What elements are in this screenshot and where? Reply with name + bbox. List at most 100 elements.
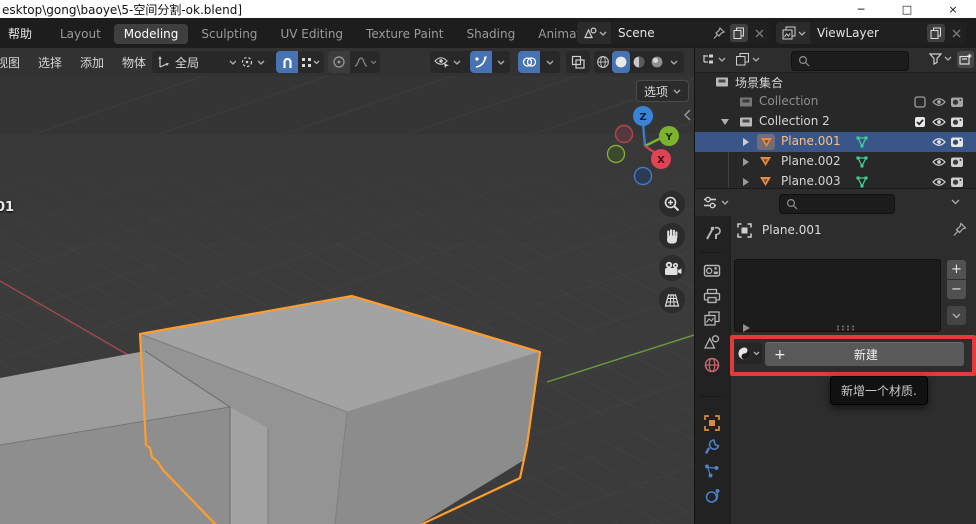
perspective-toggle-button[interactable] [659,287,685,313]
expand-arrow-icon[interactable] [743,158,749,166]
camera-restriction-icon[interactable] [950,176,964,188]
view-layer-selector[interactable]: ViewLayer [776,22,966,44]
material-slot-list[interactable] [734,259,941,332]
tab-world[interactable] [703,356,721,374]
filter-dropdown[interactable] [929,52,952,65]
workspace-tab-texture-paint[interactable]: Texture Paint [356,24,453,44]
eye-icon[interactable] [932,117,946,127]
browse-material-button[interactable] [735,343,762,364]
properties-editor-type-dropdown[interactable] [702,195,729,210]
outliner-row-plane002[interactable]: Plane.002 [695,152,976,172]
minimize-button[interactable]: ─ [838,3,884,16]
tab-particles[interactable] [703,462,721,480]
proportional-falloff-dropdown[interactable] [350,51,380,73]
options-button[interactable]: 选项 [636,80,689,102]
unlink-scene-icon[interactable] [750,29,769,38]
show-overlays-toggle[interactable] [518,51,540,73]
tab-scene[interactable] [703,334,721,350]
panel-expand-arrow[interactable] [743,324,750,332]
gizmo-minus-z[interactable] [635,168,652,185]
outliner-display-mode-dropdown[interactable] [735,52,760,66]
exclude-checkbox-checked[interactable] [914,116,926,128]
outliner-row-plane001[interactable]: Plane.001 [695,132,976,152]
shading-solid-button[interactable] [612,51,630,73]
maximize-button[interactable]: □ [884,3,930,16]
camera-restriction-icon[interactable] [950,136,964,148]
tab-modifiers[interactable] [703,438,721,456]
properties-options-dropdown[interactable] [951,199,960,205]
expand-arrow-icon[interactable] [743,178,749,186]
tab-render[interactable] [703,262,721,278]
menu-select[interactable]: 选择 [29,51,71,74]
editor-type-dropdown[interactable] [701,52,726,66]
tab-output[interactable] [703,288,721,304]
tab-physics[interactable] [703,487,721,505]
xray-toggle[interactable] [566,51,590,73]
tab-view-layer[interactable] [703,310,721,327]
camera-restriction-icon[interactable] [950,156,964,168]
outliner-icon [701,52,716,66]
gizmo-minus-x[interactable] [616,126,633,143]
scene-collection-icon [715,76,729,88]
new-view-layer-button[interactable] [927,24,945,42]
magnifier-plus-icon [663,195,681,213]
pin-icon[interactable] [952,222,967,237]
zoom-button[interactable] [659,191,685,217]
workspace-tab-uv-editing[interactable]: UV Editing [270,24,353,44]
pan-button[interactable] [659,223,685,249]
navigation-gizmo[interactable]: Z Y X [598,102,690,192]
menu-help[interactable]: 帮助 [8,25,32,42]
gizmo-dropdown[interactable] [492,51,510,73]
expand-triangle-icon[interactable] [721,119,729,125]
shading-rendered-button[interactable] [648,51,666,73]
workspace-tab-layout[interactable]: Layout [50,24,111,44]
outliner-row-collection2[interactable]: Collection 2 [695,112,976,132]
outliner-row-collection[interactable]: Collection [695,92,976,112]
snap-toggle-magnet[interactable] [276,51,298,73]
pivot-point-dropdown[interactable] [236,51,280,73]
workspace-tab-modeling[interactable]: Modeling [114,24,189,44]
new-collection-button[interactable] [957,51,974,68]
camera-restriction-icon[interactable] [950,96,964,108]
outliner-row-scene-collection[interactable]: 场景集合 [695,72,976,92]
shading-wireframe-button[interactable] [594,51,612,73]
eye-icon[interactable] [932,137,946,147]
menu-view[interactable]: 视图 [0,51,29,74]
slot-specials-dropdown[interactable] [947,306,966,325]
proportional-edit-toggle[interactable] [328,51,350,73]
expand-arrow-icon[interactable] [743,138,749,146]
new-material-button[interactable]: + 新建 [765,342,964,366]
overlays-dropdown[interactable] [540,51,560,73]
properties-search-input[interactable] [779,194,895,214]
remove-view-layer-icon[interactable] [947,29,966,38]
shading-material-button[interactable] [630,51,648,73]
eye-icon[interactable] [932,177,946,187]
show-gizmo-toggle[interactable] [470,51,492,73]
shading-dropdown[interactable] [666,51,682,73]
scene-selector[interactable]: Scene [577,22,769,44]
breadcrumb-object-name[interactable]: Plane.001 [762,223,822,237]
workspace-tab-animation[interactable]: Animation [528,24,577,44]
add-slot-button[interactable]: + [947,260,966,279]
menu-add[interactable]: 添加 [71,51,113,74]
snap-target-dropdown[interactable] [298,51,324,73]
tab-object[interactable] [703,414,721,432]
eye-icon[interactable] [932,157,946,167]
remove-slot-button[interactable]: − [947,280,966,299]
workspace-tab-sculpting[interactable]: Sculpting [191,24,267,44]
viewport-3d[interactable]: 01 选项 Z Y X [0,76,694,524]
gizmo-minus-y[interactable] [608,146,625,163]
menu-object[interactable]: 物体 [113,51,155,74]
close-button[interactable]: × [930,3,976,16]
pin-icon[interactable] [712,27,725,40]
transform-orientation-dropdown[interactable]: 全局 [152,51,242,73]
exclude-checkbox-unchecked[interactable] [914,96,926,108]
outliner-search-input[interactable] [791,51,909,71]
workspace-tab-shading[interactable]: Shading [456,24,525,44]
eye-icon[interactable] [932,97,946,107]
camera-restriction-icon[interactable] [950,116,964,128]
camera-view-button[interactable] [659,255,685,281]
tab-tool[interactable] [703,224,721,242]
new-scene-button[interactable] [730,24,748,42]
resize-grip[interactable] [836,325,858,331]
